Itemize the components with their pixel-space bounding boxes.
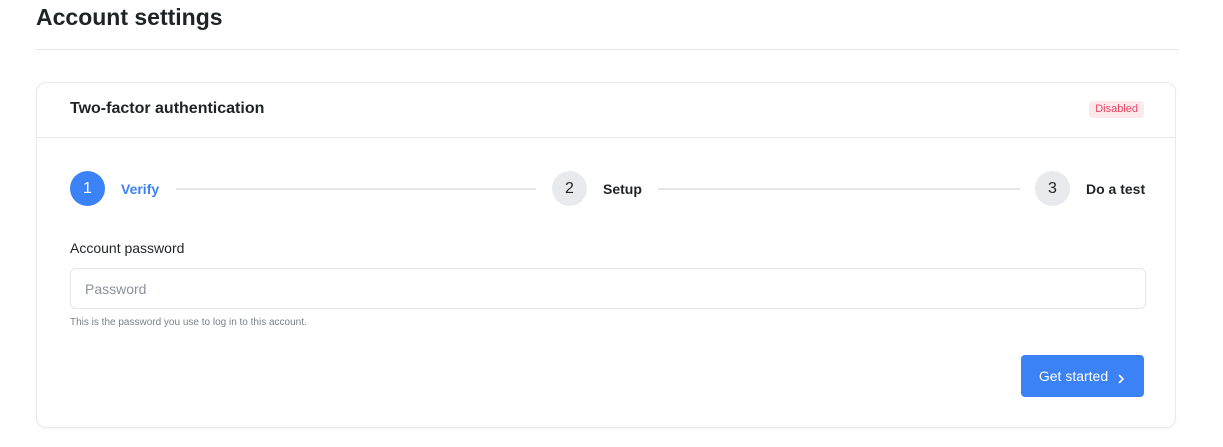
get-started-button[interactable]: Get started (1021, 355, 1144, 397)
password-input[interactable] (70, 268, 1146, 309)
account-settings-page: Account settings Two-factor authenticati… (0, 0, 1223, 447)
step-connector-1 (176, 188, 536, 190)
step-connector-2 (658, 188, 1020, 190)
step-2-circle[interactable]: 2 (552, 171, 587, 206)
title-divider (36, 49, 1179, 50)
step-1-circle[interactable]: 1 (70, 171, 105, 206)
status-badge: Disabled (1089, 101, 1144, 118)
password-help-text: This is the password you use to log in t… (70, 317, 307, 328)
card-title: Two-factor authentication (70, 100, 265, 117)
step-3-label[interactable]: Do a test (1086, 180, 1145, 198)
stepper: 1 Verify 2 Setup 3 Do a test (70, 171, 1146, 207)
get-started-label: Get started (1038, 368, 1109, 384)
password-label: Account password (70, 240, 185, 256)
page-title: Account settings (36, 4, 223, 30)
step-2-label[interactable]: Setup (603, 180, 642, 198)
step-3-circle[interactable]: 3 (1035, 171, 1070, 206)
card-header: Two-factor authentication Disabled (37, 83, 1175, 138)
chevron-right-icon (1116, 371, 1126, 384)
two-factor-card: Two-factor authentication Disabled 1 Ver… (36, 82, 1176, 428)
step-1-label[interactable]: Verify (121, 180, 159, 198)
